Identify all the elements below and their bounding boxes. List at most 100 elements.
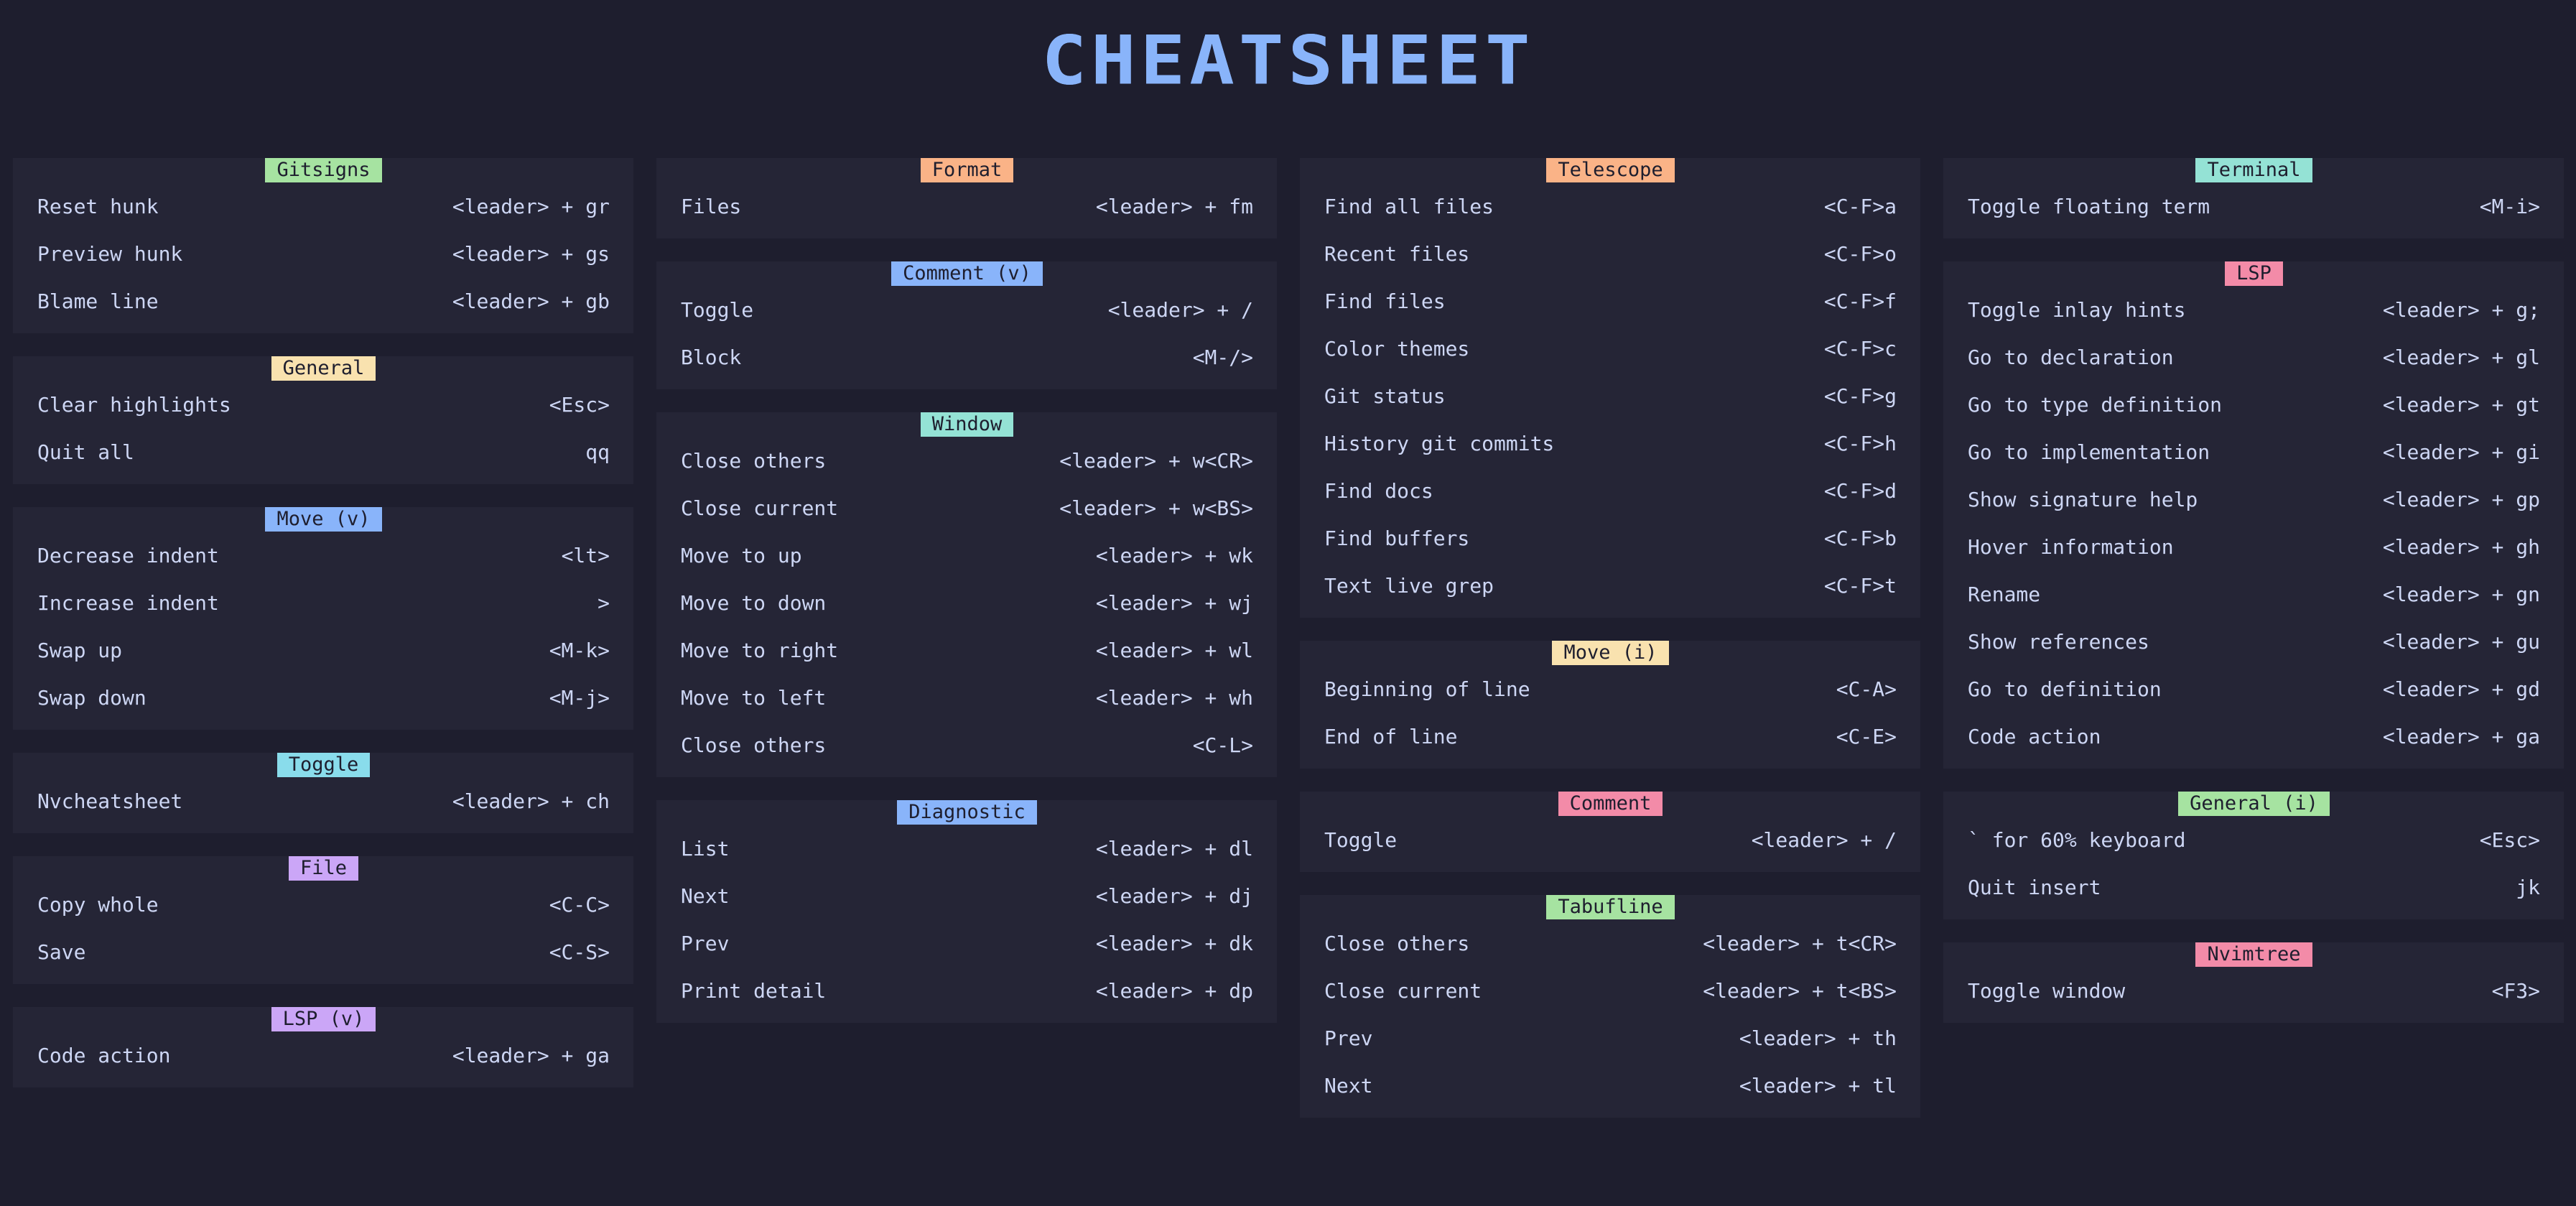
section-badge-general-i: General (i) bbox=[2178, 792, 2330, 816]
keymap-row: Move to up <leader> + wk bbox=[681, 532, 1253, 579]
section-tabufline: Tabufline Close others <leader> + t<CR> Clo… bbox=[1300, 895, 1920, 1118]
keymap-row: ` for 60% keyboard <Esc> bbox=[1968, 816, 2540, 863]
keymap-binding: <leader> + t<BS> bbox=[1703, 978, 1897, 1003]
keymap-description: Increase indent bbox=[37, 590, 219, 615]
keymap-row: Blame line <leader> + gb bbox=[37, 277, 610, 325]
section-diagnostic: Diagnostic List <leader> + dl Next <leader> … bbox=[656, 800, 1277, 1023]
section-header: Move (v) bbox=[37, 507, 610, 532]
keymap-description: Nvcheatsheet bbox=[37, 789, 183, 813]
keymap-description: ` for 60% keyboard bbox=[1968, 827, 2186, 852]
keymap-binding: > bbox=[597, 590, 610, 615]
keymap-row: Toggle <leader> + / bbox=[1324, 816, 1897, 863]
section-header: Tabufline bbox=[1324, 895, 1897, 919]
section-move-v: Move (v) Decrease indent <lt> Increase inde… bbox=[13, 507, 633, 730]
keymap-description: Quit all bbox=[37, 440, 134, 464]
keymap-description: Beginning of line bbox=[1324, 677, 1530, 701]
keymap-description: Save bbox=[37, 940, 86, 964]
keymap-row: List <leader> + dl bbox=[681, 825, 1253, 872]
page-title: CHEATSHEET bbox=[1041, 21, 1535, 100]
keymap-row: Move to down <leader> + wj bbox=[681, 579, 1253, 626]
keymap-binding: jk bbox=[2516, 875, 2540, 899]
keymap-binding: <C-E> bbox=[1836, 724, 1897, 748]
keymap-binding: <leader> + gb bbox=[452, 289, 610, 313]
section-badge-terminal: Terminal bbox=[2195, 158, 2312, 182]
keymap-description: Close current bbox=[681, 496, 839, 520]
section-header: Comment (v) bbox=[681, 261, 1253, 286]
section-header: LSP bbox=[1968, 261, 2540, 286]
section-gitsigns: Gitsigns Reset hunk <leader> + gr Preview h… bbox=[13, 158, 633, 333]
keymap-row: Print detail <leader> + dp bbox=[681, 967, 1253, 1014]
keymap-description: Blame line bbox=[37, 289, 159, 313]
keymap-binding: <C-L> bbox=[1192, 733, 1253, 757]
cheatsheet-grid: Gitsigns Reset hunk <leader> + gr Preview h… bbox=[13, 158, 2564, 1192]
keymap-row: Reset hunk <leader> + gr bbox=[37, 182, 610, 230]
keymap-row: End of line <C-E> bbox=[1324, 713, 1897, 760]
keymap-row: Go to implementation <leader> + gi bbox=[1968, 428, 2540, 476]
keymap-binding: <C-F>g bbox=[1823, 384, 1897, 408]
keymap-row: Code action <leader> + ga bbox=[1968, 713, 2540, 760]
title-container: CHEATSHEET bbox=[0, 24, 2576, 96]
keymap-description: History git commits bbox=[1324, 431, 1555, 455]
section-badge-comment: Comment bbox=[1558, 792, 1663, 816]
keymap-description: End of line bbox=[1324, 724, 1458, 748]
keymap-description: Code action bbox=[37, 1043, 171, 1067]
section-badge-window: Window bbox=[920, 412, 1014, 437]
keymap-binding: <leader> + gl bbox=[2382, 345, 2540, 369]
keymap-row: Clear highlights <Esc> bbox=[37, 381, 610, 428]
keymap-description: Print detail bbox=[681, 978, 827, 1003]
keymap-binding: <C-F>c bbox=[1823, 336, 1897, 361]
keymap-binding: <leader> + t<CR> bbox=[1703, 931, 1897, 955]
keymap-description: Close others bbox=[681, 733, 827, 757]
keymap-description: Find buffers bbox=[1324, 526, 1470, 550]
keymap-row: Toggle window <F3> bbox=[1968, 967, 2540, 1014]
keymap-binding: <leader> + gn bbox=[2382, 582, 2540, 606]
keymap-description: Go to declaration bbox=[1968, 345, 2174, 369]
keymap-row: History git commits <C-F>h bbox=[1324, 419, 1897, 467]
section-badge-format: Format bbox=[920, 158, 1014, 182]
keymap-row: Increase indent > bbox=[37, 579, 610, 626]
section-lsp-v: LSP (v) Code action <leader> + ga bbox=[13, 1007, 633, 1087]
keymap-row: Beginning of line <C-A> bbox=[1324, 665, 1897, 713]
keymap-row: Text live grep <C-F>t bbox=[1324, 562, 1897, 609]
keymap-binding: <Esc> bbox=[549, 392, 610, 417]
keymap-binding: <C-F>h bbox=[1823, 431, 1897, 455]
keymap-binding: <C-S> bbox=[549, 940, 610, 964]
section-lsp: LSP Toggle inlay hints <leader> + g; Go to … bbox=[1943, 261, 2564, 769]
keymap-binding: <leader> + gs bbox=[452, 241, 610, 266]
keymap-row: Show signature help <leader> + gp bbox=[1968, 476, 2540, 523]
keymap-description: Show signature help bbox=[1968, 487, 2198, 511]
keymap-binding: <leader> + fm bbox=[1095, 194, 1253, 218]
keymap-binding: <leader> + wk bbox=[1095, 543, 1253, 567]
keymap-row: Color themes <C-F>c bbox=[1324, 325, 1897, 372]
section-comment-v: Comment (v) Toggle <leader> + / Block <M-/> bbox=[656, 261, 1277, 389]
section-badge-lsp-v: LSP (v) bbox=[271, 1007, 376, 1031]
keymap-binding: <leader> + th bbox=[1739, 1026, 1897, 1050]
section-header: Window bbox=[681, 412, 1253, 437]
section-header: Diagnostic bbox=[681, 800, 1253, 825]
column-4: Terminal Toggle floating term <M-i> LSP Togg… bbox=[1943, 158, 2564, 1192]
keymap-binding: <C-F>t bbox=[1823, 573, 1897, 598]
keymap-description: Toggle inlay hints bbox=[1968, 297, 2186, 322]
keymap-row: Toggle floating term <M-i> bbox=[1968, 182, 2540, 230]
keymap-row: Quit insert jk bbox=[1968, 863, 2540, 911]
keymap-binding: <leader> + / bbox=[1107, 297, 1253, 322]
section-header: General (i) bbox=[1968, 792, 2540, 816]
section-header: Comment bbox=[1324, 792, 1897, 816]
keymap-binding: <leader> + dj bbox=[1095, 883, 1253, 908]
keymap-description: Find all files bbox=[1324, 194, 1494, 218]
keymap-description: Text live grep bbox=[1324, 573, 1494, 598]
section-header: Nvimtree bbox=[1968, 942, 2540, 967]
keymap-row: Save <C-S> bbox=[37, 928, 610, 975]
keymap-row: Next <leader> + dj bbox=[681, 872, 1253, 919]
keymap-binding: <M-/> bbox=[1192, 345, 1253, 369]
keymap-description: Move to right bbox=[681, 638, 839, 662]
keymap-binding: <leader> + gh bbox=[2382, 534, 2540, 559]
keymap-row: Quit all qq bbox=[37, 428, 610, 476]
keymap-row: Recent files <C-F>o bbox=[1324, 230, 1897, 277]
keymap-binding: <leader> + wh bbox=[1095, 685, 1253, 710]
keymap-binding: <leader> + tl bbox=[1739, 1073, 1897, 1098]
keymap-binding: <leader> + gt bbox=[2382, 392, 2540, 417]
keymap-row: Decrease indent <lt> bbox=[37, 532, 610, 579]
keymap-row: Show references <leader> + gu bbox=[1968, 618, 2540, 665]
section-badge-gitsigns: Gitsigns bbox=[265, 158, 382, 182]
